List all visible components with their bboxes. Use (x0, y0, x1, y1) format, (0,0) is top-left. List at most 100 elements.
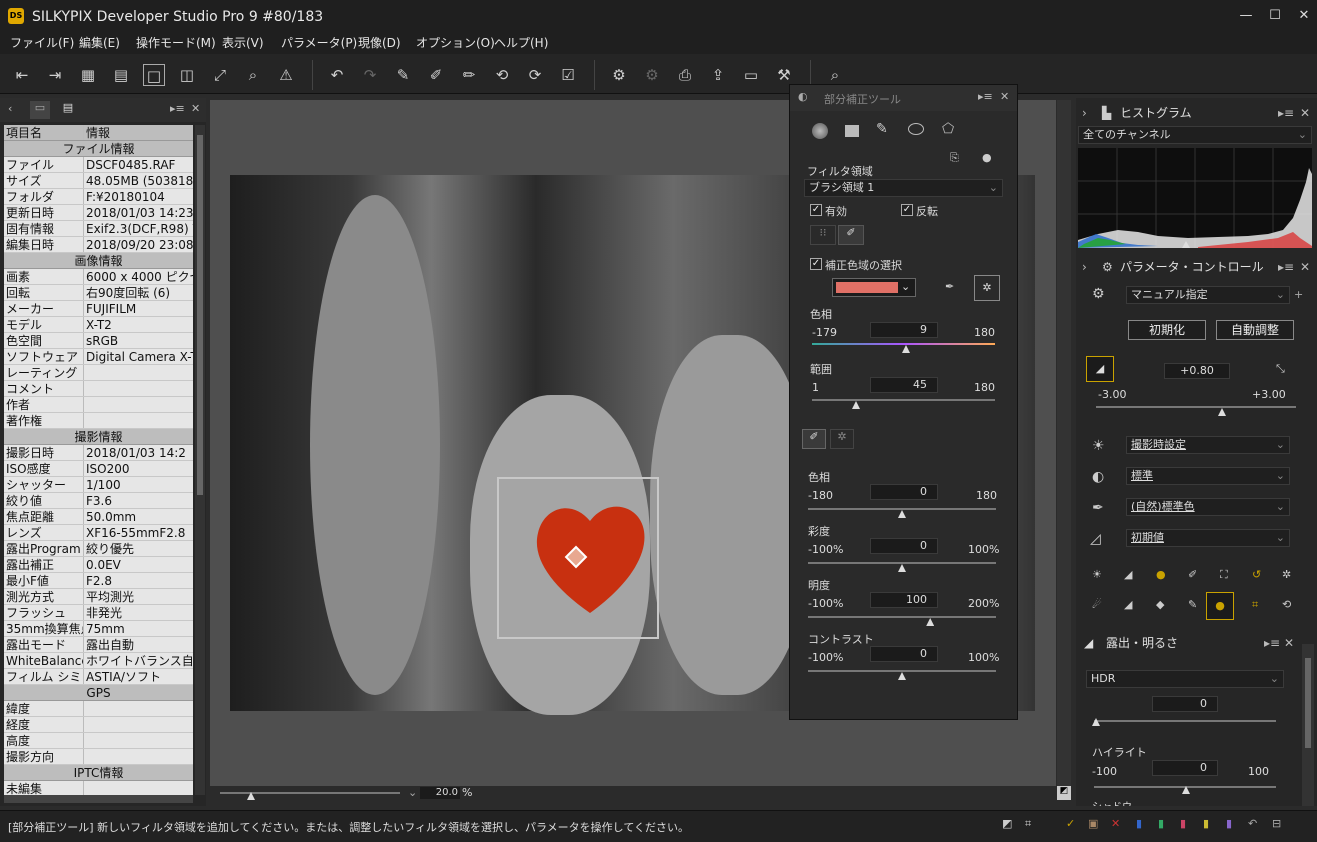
adjust-tab-icon[interactable]: ✐ (802, 429, 826, 449)
info-row[interactable]: 露出Program 絞り優先 (4, 541, 193, 557)
color-mode-icon[interactable]: ✐ (838, 225, 864, 245)
menu-file[interactable]: ファイル(F) (10, 34, 74, 54)
info-row[interactable]: 経度 (4, 717, 193, 733)
minimize-button[interactable]: — (1236, 6, 1256, 26)
enabled-checkbox[interactable]: ✓ (810, 204, 822, 216)
info-row[interactable]: レンズ XF16-55mmF2.8 (4, 525, 193, 541)
color-picker-icon[interactable]: ✲ (974, 275, 1000, 301)
exposure-tool-icon[interactable]: ◢ (1124, 568, 1132, 581)
info-row[interactable]: ファイル DSCF0485.RAF (4, 157, 193, 173)
info-row[interactable]: 緯度 (4, 701, 193, 717)
eraser-tool-icon[interactable]: ✐ (1188, 568, 1197, 581)
menu-help[interactable]: ヘルプ(H) (494, 34, 548, 54)
rotate-tool-icon[interactable]: ↺ (1252, 568, 1261, 581)
reject-icon[interactable]: ✕ (1111, 817, 1120, 830)
circle-gradient-tool-icon[interactable] (812, 123, 828, 139)
hue-spin[interactable]: 9 (870, 322, 938, 338)
right-panel-scrollbar[interactable] (1302, 644, 1314, 806)
info-row[interactable]: メーカー FUJIFILM (4, 301, 193, 317)
rect-tool-icon[interactable] (845, 125, 859, 137)
info-row[interactable]: ISO感度 ISO200 (4, 461, 193, 477)
info-row[interactable]: シャッター 1/100 (4, 477, 193, 493)
panel-close-icon[interactable]: ✕ (1284, 632, 1294, 654)
info-row[interactable]: 高度 (4, 733, 193, 749)
info-row[interactable]: 撮影方向 (4, 749, 193, 765)
gradient-tool-icon[interactable]: ◢ (1124, 598, 1132, 611)
info-row[interactable]: 撮影日時 2018/01/03 14:2 (4, 445, 193, 461)
range-slider-thumb[interactable] (852, 401, 860, 409)
chevron-right-icon[interactable]: › (1082, 256, 1087, 278)
adjust-spin[interactable]: 0 (870, 538, 938, 554)
undo-icon[interactable]: ↶ (326, 64, 348, 86)
info-row[interactable]: 最小F値 F2.8 (4, 573, 193, 589)
delete-area-icon[interactable]: ● (982, 151, 992, 164)
panel-menu-icon[interactable]: ▸≡ (170, 102, 185, 115)
adjust-slider[interactable] (808, 670, 996, 672)
develop-icon[interactable]: ⚙ (608, 64, 630, 86)
preset-select[interactable]: マニュアル指定 ⌄ (1126, 286, 1290, 304)
info-row[interactable]: フラッシュ 非発光 (4, 605, 193, 621)
reset-button[interactable]: 初期化 (1128, 320, 1206, 340)
color-select-checkbox[interactable]: ✓ (810, 258, 822, 270)
range-slider[interactable] (812, 399, 995, 401)
fish-tool-icon[interactable]: ◆ (1156, 598, 1164, 611)
menu-edit[interactable]: 編集(E) (79, 34, 120, 54)
transform-tool-icon[interactable]: ⟲ (1282, 598, 1291, 611)
menu-parameter[interactable]: パラメータ(P) (281, 34, 357, 54)
info-row[interactable]: 色空間 sRGB (4, 333, 193, 349)
batch-develop-icon[interactable]: ⚙ (641, 64, 663, 86)
highlight-tool-icon[interactable]: ● (1156, 568, 1166, 581)
list-view-icon[interactable]: ▤ (110, 64, 132, 86)
corner-nav-icon[interactable]: ◩ (1057, 786, 1071, 800)
adjust-spin[interactable]: 100 (870, 592, 938, 608)
info-hscrollbar[interactable] (4, 795, 193, 803)
exposure-spin[interactable]: +0.80 (1164, 363, 1230, 379)
info-row[interactable]: 編集日時 2018/09/20 23:08: (4, 237, 193, 253)
invert-checkbox[interactable]: ✓ (901, 204, 913, 216)
partial-correction-tool-icon[interactable]: ● (1206, 592, 1234, 620)
hue-slider-thumb[interactable] (902, 345, 910, 353)
close-button[interactable]: ✕ (1294, 6, 1314, 26)
settings-tool-icon[interactable]: ✲ (1282, 568, 1291, 581)
tag-icon[interactable]: ⊟ (1272, 817, 1281, 830)
adjust-spin[interactable]: 0 (870, 646, 938, 662)
brush-tool-icon[interactable]: ✎ (876, 121, 888, 137)
eyedropper-icon[interactable]: ✒ (945, 280, 954, 293)
zoom-dropdown-icon[interactable]: ⌄ (408, 786, 417, 799)
menu-mode[interactable]: 操作モード(M) (136, 34, 216, 54)
copy-area-icon[interactable]: ⎘ (950, 151, 959, 165)
search-icon[interactable]: ⌕ (824, 64, 846, 86)
info-tab-icon[interactable]: ▤ (58, 101, 78, 119)
forward-icon[interactable]: ⇥ (44, 64, 66, 86)
zoom-slider[interactable] (220, 792, 400, 794)
info-row[interactable]: 測光方式 平均測光 (4, 589, 193, 605)
hdr-select[interactable]: HDR ⌄ (1086, 670, 1284, 688)
ellipse-tool-icon[interactable] (908, 123, 924, 135)
adjust-slider[interactable] (808, 508, 996, 510)
panel-menu-icon[interactable]: ▸≡ (1278, 102, 1294, 124)
adjust-slider-thumb[interactable] (898, 510, 906, 518)
info-row[interactable]: フォルダ F:¥20180104 (4, 189, 193, 205)
sharpness-icon[interactable]: ◿ (1090, 531, 1101, 547)
info-row[interactable]: サイズ 48.05MB (5038182 (4, 173, 193, 189)
trash-icon[interactable]: ▣ (1088, 817, 1098, 830)
blue-label-icon[interactable]: ▮ (1136, 817, 1142, 830)
color-select[interactable]: (自然)標準色 ⌄ (1126, 498, 1290, 516)
panel-close-icon[interactable]: ✕ (1300, 256, 1310, 278)
export-icon[interactable]: ⇪ (707, 64, 729, 86)
chevron-left-icon[interactable]: ‹ (8, 102, 12, 115)
info-row[interactable]: 焦点距離 50.0mm (4, 509, 193, 525)
color-swatch-select[interactable]: ⌄ (832, 278, 916, 297)
highlight-spin[interactable]: 0 (1152, 760, 1218, 776)
pink-label-icon[interactable]: ▮ (1180, 817, 1186, 830)
info-row[interactable]: 未編集 (4, 781, 193, 795)
menu-view[interactable]: 表示(V) (222, 34, 264, 54)
info-section-header[interactable]: GPS (4, 685, 193, 701)
viewer-vscrollbar[interactable] (1057, 100, 1071, 786)
compare-view-icon[interactable]: ◫ (176, 64, 198, 86)
polygon-tool-icon[interactable]: ⬠ (942, 121, 954, 137)
tone-select[interactable]: 標準 ⌄ (1126, 467, 1290, 485)
grid-view-icon[interactable]: ▦ (77, 64, 99, 86)
info-scrollbar[interactable] (195, 125, 205, 795)
wb-select[interactable]: 撮影時設定 ⌄ (1126, 436, 1290, 454)
